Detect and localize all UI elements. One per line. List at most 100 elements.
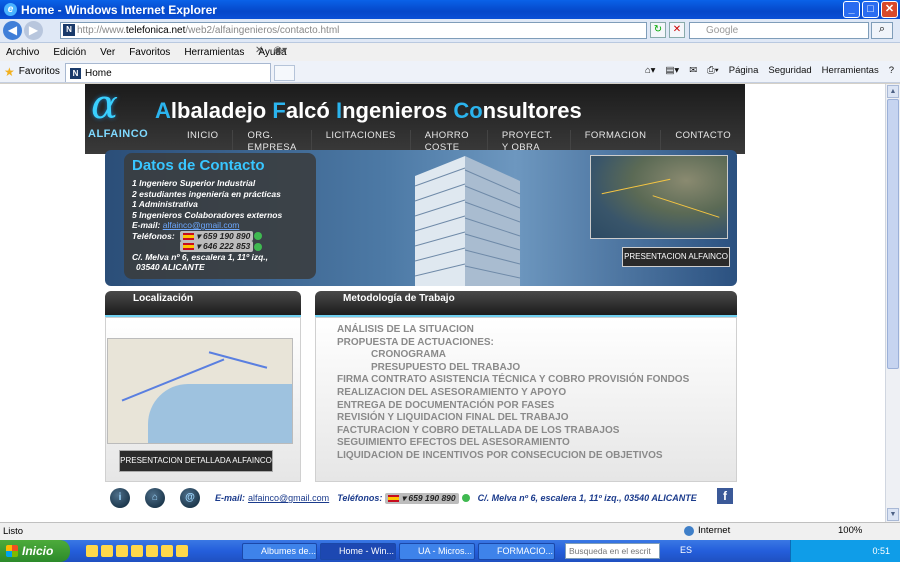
translate-icon[interactable]: ◉▾ (273, 45, 287, 56)
url-prefix: http://www. (77, 25, 126, 36)
menu-herramientas[interactable]: Herramientas (184, 47, 244, 58)
system-tray: 0:51 (790, 540, 900, 562)
cmd-seguridad[interactable]: Seguridad (768, 65, 811, 76)
info-icon[interactable]: i (110, 488, 130, 508)
whatsapp-icon (254, 242, 263, 251)
footer-address: C/. Melva nº 6, escalera 1, 11º izq., 03… (477, 493, 697, 503)
new-tab-button[interactable] (274, 65, 295, 81)
cmd-herramientas[interactable]: Herramientas (822, 65, 879, 76)
app-icon[interactable] (161, 545, 173, 557)
contact-line: 2 estudiantes ingeniería en prácticas (132, 188, 281, 199)
media-icon[interactable] (116, 545, 128, 557)
phone-1: 659 190 890 (203, 230, 251, 241)
site-favicon-icon: N (63, 24, 75, 36)
email-link[interactable]: alfainco@gmail.com (163, 220, 240, 230)
detailed-presentation-button[interactable]: PRESENTACION DETALLADA ALFAINCO (119, 450, 273, 472)
language-indicator[interactable]: ES (680, 545, 692, 555)
location-map[interactable] (107, 338, 293, 444)
menu-favoritos[interactable]: Favoritos (129, 47, 170, 58)
scroll-thumb[interactable] (887, 99, 899, 369)
quick-launch (86, 545, 188, 557)
metodologia-header: Metodología de Trabajo (315, 291, 737, 317)
feeds-icon[interactable]: ▤▾ (665, 65, 679, 76)
command-bar: ⌂▾ ▤▾ ✉ ⎙▾ Página Seguridad Herramientas… (645, 65, 894, 76)
url-suffix: /web2/alfaingenieros/contacto.html (185, 25, 340, 36)
zone-label: Internet (698, 525, 731, 536)
page-viewport: α ALFAINCO Albaladejo Falcó Ingenieros C… (0, 84, 885, 522)
address-line: 03540 ALICANTE (136, 262, 205, 272)
menu-edicion[interactable]: Edición (53, 47, 86, 58)
site-footer: i ⌂ @ E-mail: alfainco@gmail.com Teléfon… (110, 487, 740, 509)
mail-icon[interactable]: ✉ (689, 65, 697, 76)
presentation-button[interactable]: PRESENTACION ALFAINCO (622, 247, 730, 267)
forward-button[interactable]: ▶ (24, 21, 43, 40)
app-icon[interactable] (176, 545, 188, 557)
taskbar-item[interactable]: FORMACIO... (478, 543, 555, 560)
method-item: REALIZACION DEL ASESORAMIENTO Y APOYO (337, 386, 567, 398)
method-item: LIQUIDACION DE INCENTIVOS POR CONSECUCIO… (337, 449, 663, 461)
back-button[interactable]: ◀ (3, 21, 22, 40)
window-title: Home - Windows Internet Explorer (21, 2, 217, 17)
title-part: ngenieros (342, 98, 454, 123)
phone-pill[interactable]: ▾ 646 222 853 (180, 241, 254, 252)
minimize-button[interactable]: _ (843, 1, 860, 18)
refresh-icon[interactable]: ↻ (650, 22, 666, 38)
menu-ver[interactable]: Ver (100, 47, 115, 58)
cmd-pagina[interactable]: Página (729, 65, 759, 76)
satellite-map-image[interactable] (590, 155, 728, 239)
ie-icon[interactable] (86, 545, 98, 557)
zoom-level[interactable]: 100% (838, 525, 862, 536)
contact-info-box: Datos de Contacto 1 Ingeniero Superior I… (124, 153, 316, 279)
taskbar: Inicio Albumes de... Home - Win... UA - … (0, 540, 900, 562)
close-button[interactable]: ✕ (881, 1, 898, 18)
phone-pill[interactable]: ▾ 659 190 890 (180, 230, 254, 241)
close-toolbar-icon[interactable]: ✕ (255, 45, 263, 56)
status-text: Listo (3, 526, 24, 537)
contact-phone2-line: ▾ 646 222 853 (132, 241, 308, 252)
footer-email-link[interactable]: alfainco@gmail.com (248, 493, 329, 503)
email-label: E-mail: (132, 220, 161, 230)
method-item: ANÁLISIS DE LA SITUACION (337, 324, 474, 335)
contact-banner: Datos de Contacto 1 Ingeniero Superior I… (105, 150, 737, 286)
ie-logo-icon: e (4, 3, 17, 16)
at-icon[interactable]: @ (180, 488, 200, 508)
home-icon[interactable]: ⌂▾ (645, 65, 656, 76)
address-field[interactable]: N http://www.telefonica.net/web2/alfaing… (60, 22, 647, 39)
vertical-scrollbar[interactable]: ▲ ▼ (885, 84, 900, 522)
method-list: ANÁLISIS DE LA SITUACION PROPUESTA DE AC… (337, 324, 689, 463)
start-button[interactable]: Inicio (0, 540, 70, 562)
search-icon[interactable]: ⌕ (871, 22, 893, 39)
security-zone[interactable]: Internet (684, 525, 730, 536)
title-part: F (272, 98, 286, 123)
contact-phone-line: Teléfonos: ▾ 659 190 890 (132, 230, 308, 241)
menu-archivo[interactable]: Archivo (6, 47, 39, 58)
alfainco-logo-icon[interactable]: α (91, 84, 118, 128)
tab-title: Home (85, 67, 112, 79)
scroll-up-arrow[interactable]: ▲ (887, 85, 899, 98)
footer-phone: 659 190 890 (408, 492, 456, 503)
image-icon[interactable] (131, 545, 143, 557)
search-input[interactable]: Google (689, 22, 869, 39)
facebook-icon[interactable]: f (717, 488, 733, 504)
stop-icon[interactable]: ✕ (669, 22, 685, 38)
whatsapp-icon (461, 494, 470, 502)
scroll-down-arrow[interactable]: ▼ (887, 508, 899, 521)
address-toolbar: ◀ ▶ N http://www.telefonica.net/web2/alf… (0, 19, 900, 43)
home-icon[interactable]: ⌂ (145, 488, 165, 508)
chrome-icon[interactable] (101, 545, 113, 557)
app-icon[interactable] (146, 545, 158, 557)
spain-flag-icon (183, 243, 194, 251)
maximize-button[interactable]: □ (862, 1, 879, 18)
desktop-search-input[interactable]: Busqueda en el escrit (565, 543, 660, 559)
taskbar-item[interactable]: UA - Micros... (399, 543, 475, 560)
tab-home[interactable]: N Home (65, 63, 271, 82)
footer-phone-pill[interactable]: ▾ 659 190 890 (385, 492, 459, 504)
favorites-button[interactable]: ★ Favoritos (4, 65, 60, 79)
taskbar-item[interactable]: Home - Win... (320, 543, 396, 560)
clock[interactable]: 0:51 (872, 546, 890, 556)
contact-line: 1 Ingeniero Superior Industrial (132, 178, 256, 188)
print-icon[interactable]: ⎙▾ (707, 65, 719, 76)
taskbar-item[interactable]: Albumes de... (242, 543, 317, 560)
contact-title: Datos de Contacto (132, 157, 265, 174)
help-icon[interactable]: ? (889, 65, 894, 76)
